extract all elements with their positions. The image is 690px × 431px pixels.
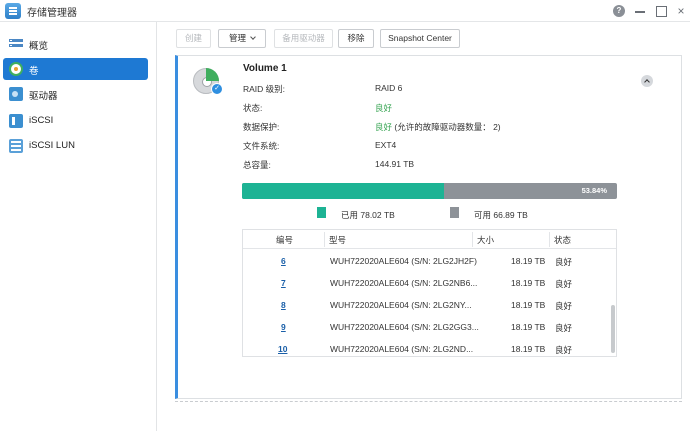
disk-model: WUH722020ALE604 (S/N: 2LG2GG3...	[330, 322, 479, 332]
collapse-chevron-up-icon[interactable]	[641, 75, 653, 87]
disk-model: WUH722020ALE604 (S/N: 2LG2ND...	[330, 344, 474, 354]
sidebar-item-overview[interactable]: 概览	[3, 33, 148, 55]
sidebar-item-label: 卷	[29, 66, 39, 77]
disk-size: 18.19 TB	[511, 256, 546, 266]
snapshot-center-button[interactable]: Snapshot Center	[380, 29, 460, 48]
remove-button[interactable]: 移除	[338, 29, 374, 48]
disk-number-link[interactable]: 6	[281, 256, 286, 266]
column-divider[interactable]	[549, 232, 550, 247]
used-legend-label: 已用 78.02 TB	[341, 210, 395, 220]
volume-icon	[9, 62, 23, 76]
disk-size: 18.19 TB	[511, 278, 546, 288]
iscsi-icon	[9, 114, 23, 128]
manage-dropdown-button[interactable]: 管理	[218, 29, 266, 48]
disk-status: 良好	[555, 257, 573, 267]
create-button[interactable]: 创建	[176, 29, 211, 48]
disk-model: WUH722020ALE604 (S/N: 2LG2JH2F)	[330, 256, 477, 266]
help-icon[interactable]: ?	[613, 5, 625, 17]
table-header: 编号 型号 大小 状态	[243, 230, 616, 249]
chevron-down-icon	[250, 34, 256, 40]
total-capacity-label: 总容量:	[243, 160, 271, 170]
raid-level-label: RAID 级别:	[243, 84, 286, 94]
sidebar-item-label: 概览	[29, 41, 49, 52]
disk-model: WUH722020ALE604 (S/N: 2LG2NY...	[330, 300, 472, 310]
total-capacity-value: 144.91 TB	[375, 159, 415, 169]
disk-size: 18.19 TB	[511, 300, 546, 310]
data-protection-value: 良好 (允许的故障驱动器数量： 2)	[375, 121, 501, 133]
sidebar-item-drive[interactable]: 驱动器	[3, 83, 148, 105]
maximize-icon[interactable]	[655, 5, 667, 17]
status-check-icon: ✓	[211, 83, 223, 95]
data-protection-label: 数据保护:	[243, 122, 280, 132]
raid-level-value: RAID 6	[375, 83, 403, 93]
status-value: 良好	[375, 103, 393, 113]
disk-status: 良好	[555, 345, 573, 355]
disk-number-link[interactable]: 9	[281, 322, 286, 332]
column-header-status[interactable]: 状态	[554, 234, 571, 246]
disk-number-link[interactable]: 7	[281, 278, 286, 288]
disk-status: 良好	[555, 301, 573, 311]
column-header-model[interactable]: 型号	[329, 234, 346, 246]
column-divider[interactable]	[324, 232, 325, 247]
close-icon[interactable]: ×	[675, 5, 687, 17]
column-divider[interactable]	[472, 232, 473, 247]
disk-number-link[interactable]: 8	[281, 300, 286, 310]
table-row[interactable]: 6 WUH722020ALE604 (S/N: 2LG2JH2F) 18.19 …	[243, 250, 616, 272]
title-bar: 存储管理器 ? ×	[0, 0, 690, 22]
capacity-used-percent: 53.84%	[581, 186, 607, 195]
table-scrollbar[interactable]	[610, 250, 616, 356]
available-legend-label: 可用 66.89 TB	[474, 210, 528, 220]
manage-label: 管理	[228, 33, 246, 43]
capacity-bar: 53.84%	[242, 183, 617, 199]
available-legend-swatch	[450, 207, 459, 218]
disk-table: 编号 型号 大小 状态 6 WUH722020ALE604 (S/N: 2LG2…	[242, 229, 617, 357]
volume-name: Volume 1	[243, 63, 287, 74]
disk-status: 良好	[555, 279, 573, 289]
file-system-value: EXT4	[375, 140, 397, 150]
capacity-used-fill	[242, 183, 444, 199]
data-protection-status: 良好	[375, 122, 393, 132]
sidebar-item-volume[interactable]: 卷	[3, 58, 148, 80]
sidebar-item-iscsi[interactable]: iSCSI	[3, 110, 148, 132]
minimize-icon[interactable]	[634, 5, 646, 17]
disk-status: 良好	[555, 323, 573, 333]
sidebar: 概览 卷 驱动器 iSCSI iSCSI LUN	[0, 22, 157, 431]
disk-model: WUH722020ALE604 (S/N: 2LG2NB6...	[330, 278, 478, 288]
disk-number-link[interactable]: 10	[278, 344, 287, 354]
table-row[interactable]: 10 WUH722020ALE604 (S/N: 2LG2ND... 18.19…	[243, 338, 616, 356]
drive-icon	[9, 87, 23, 101]
sidebar-item-label: iSCSI	[29, 115, 54, 126]
column-header-number[interactable]: 编号	[276, 234, 293, 246]
hot-spare-button[interactable]: 备用驱动器	[274, 29, 333, 48]
panel-divider	[175, 401, 682, 402]
disk-size: 18.19 TB	[511, 322, 546, 332]
sidebar-item-iscsi-lun[interactable]: iSCSI LUN	[3, 135, 148, 157]
overview-icon	[9, 37, 23, 51]
sidebar-item-label: iSCSI LUN	[29, 140, 75, 151]
file-system-label: 文件系统:	[243, 141, 280, 151]
table-row[interactable]: 7 WUH722020ALE604 (S/N: 2LG2NB6... 18.19…	[243, 272, 616, 294]
used-legend-swatch	[317, 207, 326, 218]
iscsi-lun-icon	[9, 139, 23, 153]
table-scrollbar-thumb[interactable]	[611, 305, 615, 353]
disk-size: 18.19 TB	[511, 344, 546, 354]
status-label: 状态:	[243, 103, 263, 113]
sidebar-item-label: 驱动器	[29, 91, 58, 102]
column-header-size[interactable]: 大小	[477, 234, 494, 246]
window-title: 存储管理器	[27, 8, 77, 19]
table-row[interactable]: 8 WUH722020ALE604 (S/N: 2LG2NY... 18.19 …	[243, 294, 616, 316]
storage-manager-app-icon	[5, 3, 21, 19]
table-row[interactable]: 9 WUH722020ALE604 (S/N: 2LG2GG3... 18.19…	[243, 316, 616, 338]
data-protection-detail: (允许的故障驱动器数量： 2)	[394, 122, 501, 132]
